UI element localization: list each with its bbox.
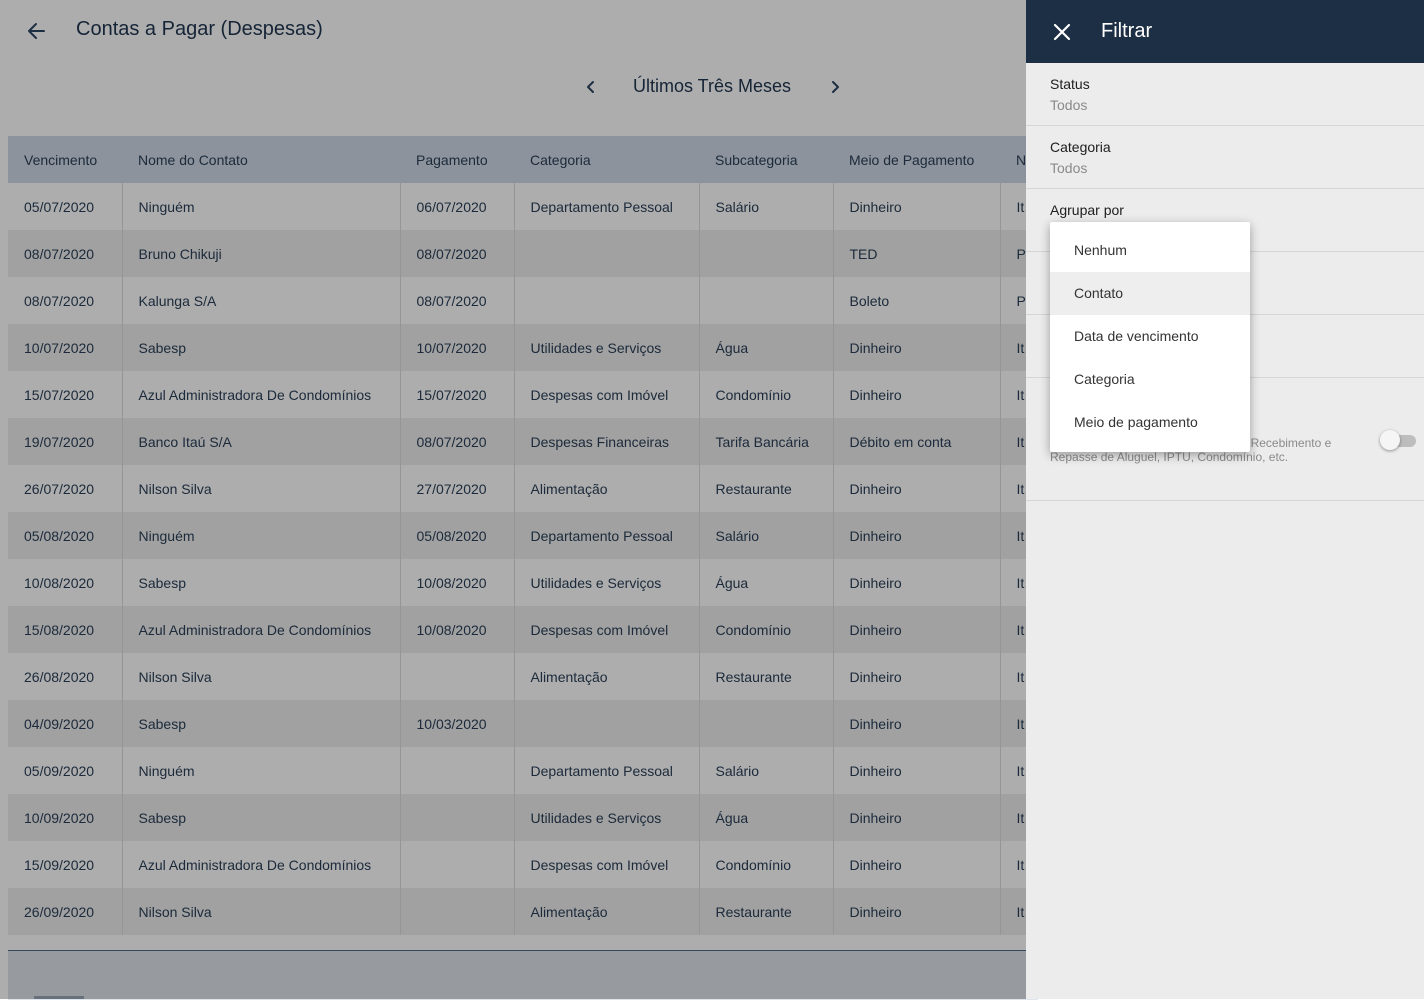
dropdown-option[interactable]: Meio de pagamento [1050,401,1250,444]
filter-drawer-header: Filtrar [1026,0,1424,63]
dropdown-option[interactable]: Contato [1050,272,1250,315]
third-party-toggle[interactable] [1380,430,1418,450]
filter-title: Filtrar [1101,20,1153,42]
dropdown-option[interactable]: Data de vencimento [1050,315,1250,358]
categoria-value: Todos [1050,160,1088,176]
close-icon [1053,23,1071,41]
group-by-dropdown: Nenhum Contato Data de vencimento Categoria… [1050,222,1250,452]
categoria-field[interactable]: Categoria Todos [1026,126,1424,189]
status-field[interactable]: Status Todos [1026,63,1424,126]
dropdown-option[interactable]: Categoria [1050,358,1250,401]
status-value: Todos [1050,97,1088,113]
categoria-label: Categoria [1050,139,1111,155]
toggle-thumb [1380,430,1400,450]
status-label: Status [1050,76,1090,92]
agrupar-label: Agrupar por [1050,202,1124,218]
close-button[interactable] [1048,18,1076,46]
filter-drawer: Filtrar Status Todos Categoria Todos Agr… [1026,0,1424,999]
dropdown-option[interactable]: Nenhum [1050,229,1250,272]
